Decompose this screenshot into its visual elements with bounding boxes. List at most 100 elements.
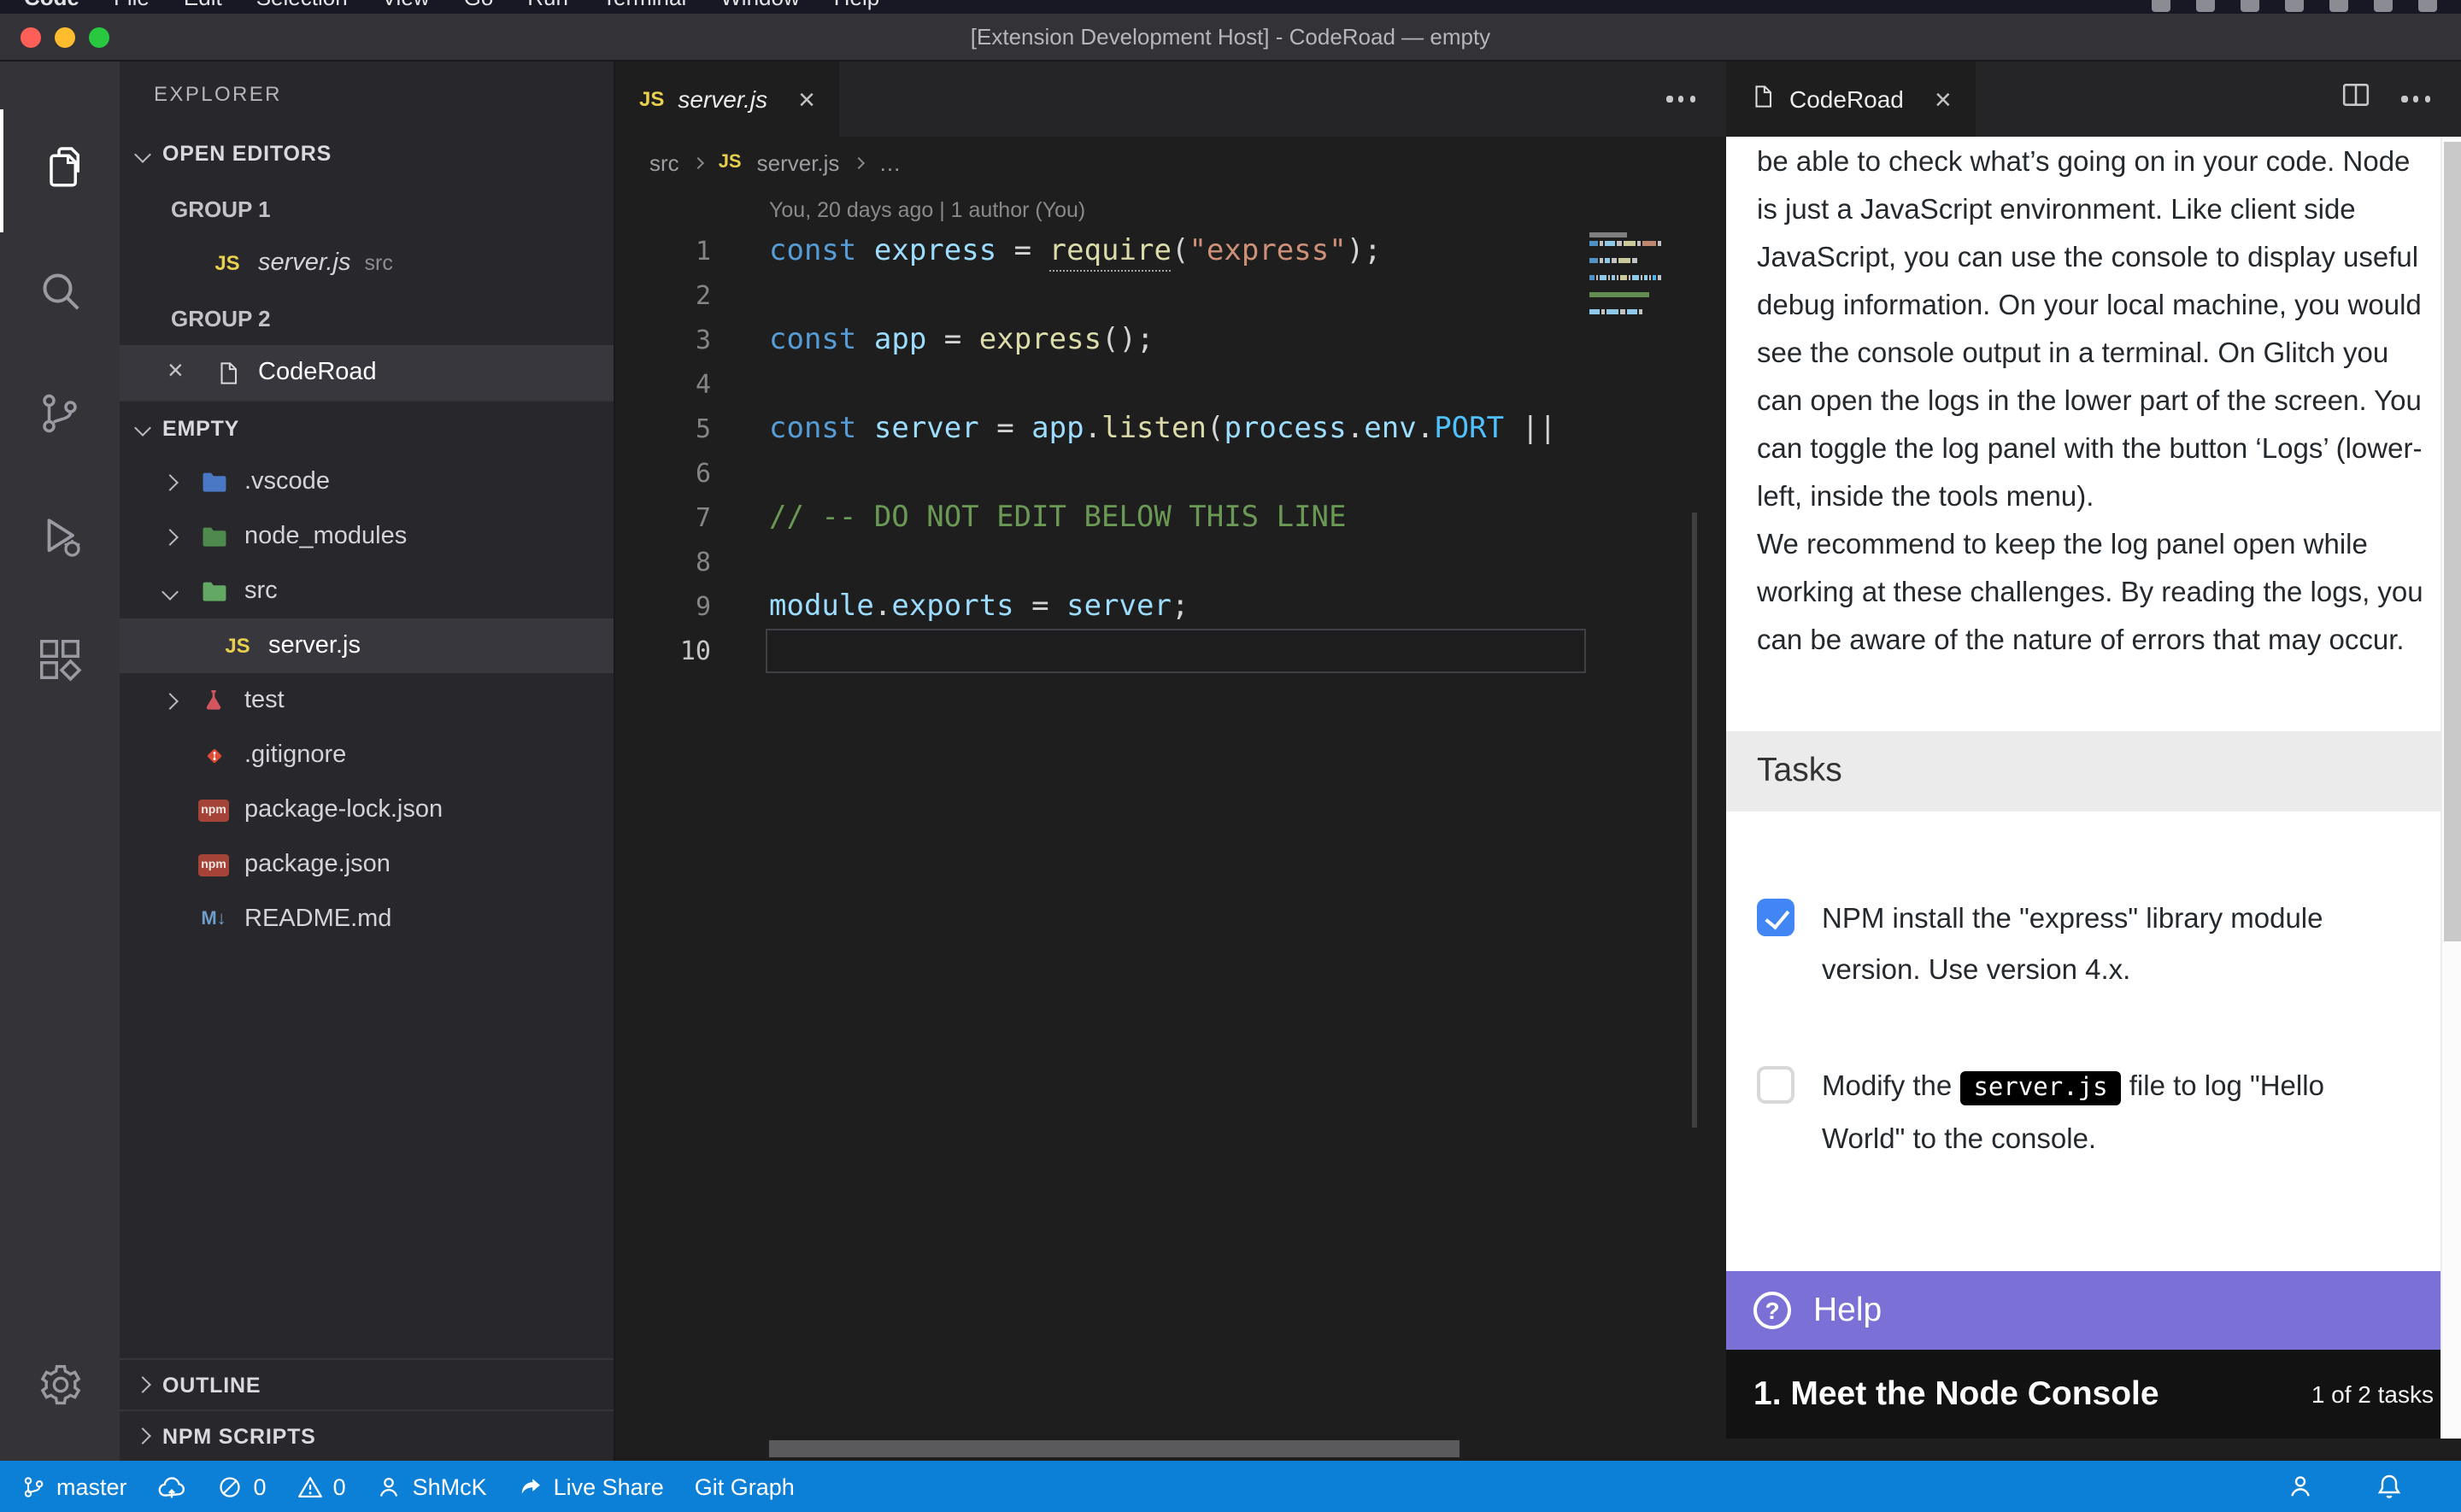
menubar-status-icon[interactable] bbox=[2329, 0, 2348, 12]
activity-bar-bottom bbox=[0, 1327, 120, 1450]
tree-item-vscode[interactable]: .vscode bbox=[120, 454, 614, 509]
menubar-status-icon[interactable] bbox=[2241, 0, 2259, 12]
code-editor[interactable]: You, 20 days ago | 1 author (You) 1const… bbox=[615, 188, 1726, 1461]
code-line-3[interactable]: 3const app = express(); bbox=[615, 318, 1726, 362]
menubar-status-icon[interactable] bbox=[2152, 0, 2170, 12]
menubar-status-icon[interactable] bbox=[2196, 0, 2215, 12]
code-line-2[interactable]: 2 bbox=[615, 273, 1726, 318]
chevron-down-icon[interactable] bbox=[164, 585, 195, 597]
status-master[interactable]: master bbox=[21, 1474, 127, 1499]
activity-item-settings[interactable] bbox=[0, 1327, 120, 1450]
folder-section-header[interactable]: EMPTY bbox=[120, 400, 614, 454]
tree-item-test[interactable]: test bbox=[120, 673, 614, 728]
menu-go[interactable]: Go bbox=[464, 0, 494, 14]
tab-coderoad[interactable]: CodeRoad × bbox=[1726, 62, 1977, 137]
more-actions-icon[interactable] bbox=[1667, 97, 1695, 102]
code-line-8[interactable]: 8 bbox=[615, 540, 1726, 584]
minimize-window-button[interactable] bbox=[55, 26, 75, 47]
menu-code[interactable]: Code bbox=[24, 0, 79, 14]
code-line-10[interactable]: 10 bbox=[615, 629, 1726, 673]
status-shmck[interactable]: ShMcK bbox=[377, 1474, 487, 1499]
code-line-9[interactable]: 9module.exports = server; bbox=[615, 584, 1726, 629]
menu-file[interactable]: File bbox=[114, 0, 150, 14]
open-editors-section-header[interactable]: OPEN EDITORS bbox=[120, 126, 614, 181]
menubar-status-icon[interactable] bbox=[2374, 0, 2393, 12]
code-line-5[interactable]: 5const server = app.listen(process.env.P… bbox=[615, 407, 1726, 451]
js-file-icon: JS bbox=[719, 152, 742, 173]
activity-item-source-control[interactable] bbox=[0, 355, 120, 478]
chevron-right-icon[interactable] bbox=[164, 530, 195, 542]
tree-item-package-lock-json[interactable]: npmpackage-lock.json bbox=[120, 782, 614, 837]
webview-scrollbar[interactable] bbox=[2440, 137, 2461, 1439]
menu-view[interactable]: View bbox=[382, 0, 430, 14]
menu-terminal[interactable]: Terminal bbox=[602, 0, 686, 14]
menu-selection[interactable]: Selection bbox=[256, 0, 348, 14]
menubar-status-icons bbox=[2152, 0, 2437, 14]
code-line-1[interactable]: 1const express = require("express"); bbox=[615, 229, 1726, 273]
editor-horizontal-scrollbar[interactable] bbox=[769, 1440, 1460, 1457]
checkbox-unchecked[interactable] bbox=[1757, 1066, 1794, 1104]
editor-scrollbar-area[interactable] bbox=[1665, 188, 1726, 1461]
tree-item-readme-md[interactable]: M↓README.md bbox=[120, 892, 614, 946]
checkbox-checked[interactable] bbox=[1757, 899, 1794, 936]
close-tab-icon[interactable]: × bbox=[798, 85, 815, 114]
breadcrumb-folder[interactable]: src bbox=[649, 149, 679, 175]
error-icon bbox=[218, 1474, 244, 1499]
code-line-6[interactable]: 6 bbox=[615, 451, 1726, 495]
tab-server-js[interactable]: JS server.js × bbox=[615, 62, 841, 137]
tree-item-server-js[interactable]: JSserver.js bbox=[120, 618, 614, 673]
status-bar-left: master 0 0 ShMcK Live Share Git Graph bbox=[21, 1472, 825, 1501]
zoom-window-button[interactable] bbox=[89, 26, 109, 47]
minimap[interactable] bbox=[1589, 232, 1661, 326]
status-live-share[interactable]: Live Share bbox=[518, 1474, 664, 1499]
outline-section-header[interactable]: OUTLINE bbox=[120, 1358, 614, 1409]
chevron-right-icon[interactable] bbox=[164, 476, 195, 488]
menubar-status-icon[interactable] bbox=[2285, 0, 2304, 12]
open-editor-coderoad[interactable]: ×CodeRoad bbox=[120, 345, 614, 400]
open-editor-server-js[interactable]: ×JSserver.jssrc bbox=[120, 236, 614, 290]
breadcrumb-file[interactable]: server.js bbox=[757, 149, 840, 175]
help-button[interactable]: ? Help bbox=[1726, 1271, 2461, 1350]
status-bell[interactable] bbox=[2376, 1473, 2403, 1500]
titlebar[interactable]: [Extension Development Host] - CodeRoad … bbox=[0, 14, 2461, 62]
menu-help[interactable]: Help bbox=[834, 0, 880, 14]
menu-window[interactable]: Window bbox=[720, 0, 800, 14]
chevron-right-icon[interactable] bbox=[164, 694, 195, 706]
webview-scrollbar-thumb[interactable] bbox=[2444, 142, 2461, 941]
status-account[interactable] bbox=[2287, 1473, 2314, 1500]
account-icon bbox=[2287, 1473, 2314, 1500]
activity-item-run-debug[interactable] bbox=[0, 478, 120, 601]
lesson-footer[interactable]: 1. Meet the Node Console 1 of 2 tasks bbox=[1726, 1350, 2461, 1439]
code-text: module.exports = server; bbox=[769, 584, 1189, 629]
code-line-4[interactable]: 4 bbox=[615, 362, 1726, 407]
menu-edit[interactable]: Edit bbox=[184, 0, 222, 14]
editor-scrollbar-thumb[interactable] bbox=[1692, 513, 1697, 1128]
tree-item-node-modules[interactable]: node_modules bbox=[120, 509, 614, 564]
split-editor-icon[interactable] bbox=[2342, 80, 2371, 118]
breadcrumb-symbol[interactable]: … bbox=[878, 149, 901, 175]
editor-group: JS server.js × src JS server.js … You, 2… bbox=[615, 62, 1726, 1461]
activity-item-extensions[interactable] bbox=[0, 601, 120, 724]
sidebar-title: EXPLORER bbox=[120, 62, 614, 126]
status-0[interactable]: 0 bbox=[297, 1474, 346, 1499]
cloud-upload-icon bbox=[158, 1472, 187, 1501]
tree-item-src[interactable]: src bbox=[120, 564, 614, 618]
code-line-7[interactable]: 7// -- DO NOT EDIT BELOW THIS LINE bbox=[615, 495, 1726, 540]
status-cloud-upload[interactable] bbox=[158, 1472, 187, 1501]
js-icon: JS bbox=[219, 634, 256, 658]
status-git-graph[interactable]: Git Graph bbox=[695, 1474, 795, 1499]
codelens-annotation[interactable]: You, 20 days ago | 1 author (You) bbox=[615, 188, 1726, 229]
menubar-status-icon[interactable] bbox=[2418, 0, 2437, 12]
close-window-button[interactable] bbox=[21, 26, 41, 47]
status-0[interactable]: 0 bbox=[218, 1474, 267, 1499]
tree-item-gitignore[interactable]: .gitignore bbox=[120, 728, 614, 782]
close-tab-icon[interactable]: × bbox=[1935, 85, 1952, 114]
tree-item-package-json[interactable]: npmpackage.json bbox=[120, 837, 614, 892]
open-editors-label: OPEN EDITORS bbox=[162, 142, 332, 166]
menu-run[interactable]: Run bbox=[527, 0, 568, 14]
close-editor-icon[interactable]: × bbox=[167, 357, 209, 388]
activity-item-search[interactable] bbox=[0, 232, 120, 355]
more-actions-icon[interactable] bbox=[2402, 97, 2430, 102]
activity-item-explorer[interactable] bbox=[0, 109, 120, 232]
npm-scripts-section-header[interactable]: NPM SCRIPTS bbox=[120, 1409, 614, 1461]
